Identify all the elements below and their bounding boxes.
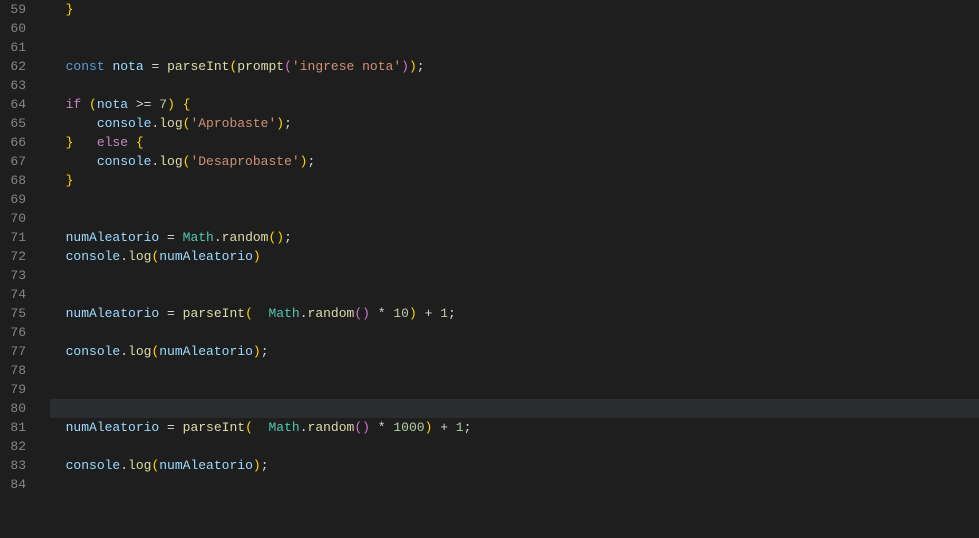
line-number: 83 xyxy=(0,456,26,475)
line-number: 72 xyxy=(0,247,26,266)
line-number: 73 xyxy=(0,266,26,285)
line-number: 79 xyxy=(0,380,26,399)
line-number: 71 xyxy=(0,228,26,247)
code-line[interactable]: if (nota >= 7) { xyxy=(50,95,979,114)
code-line[interactable]: console.log(numAleatorio) xyxy=(50,247,979,266)
line-number: 69 xyxy=(0,190,26,209)
code-line[interactable]: console.log(numAleatorio); xyxy=(50,342,979,361)
code-line[interactable] xyxy=(50,399,979,418)
line-number: 74 xyxy=(0,285,26,304)
line-number: 63 xyxy=(0,76,26,95)
line-number-gutter: 5960616263646566676869707172737475767778… xyxy=(0,0,38,538)
code-line[interactable] xyxy=(50,19,979,38)
line-number: 84 xyxy=(0,475,26,494)
code-line[interactable] xyxy=(50,475,979,494)
code-line[interactable] xyxy=(50,209,979,228)
line-number: 65 xyxy=(0,114,26,133)
code-line[interactable]: const nota = parseInt(prompt('ingrese no… xyxy=(50,57,979,76)
line-number: 80 xyxy=(0,399,26,418)
code-line[interactable]: numAleatorio = parseInt( Math.random() *… xyxy=(50,304,979,323)
code-line[interactable] xyxy=(50,380,979,399)
line-number: 76 xyxy=(0,323,26,342)
line-number: 78 xyxy=(0,361,26,380)
code-line[interactable] xyxy=(50,266,979,285)
code-line[interactable] xyxy=(50,437,979,456)
code-line[interactable]: } else { xyxy=(50,133,979,152)
code-line[interactable] xyxy=(50,285,979,304)
line-number: 81 xyxy=(0,418,26,437)
line-number: 70 xyxy=(0,209,26,228)
code-line[interactable] xyxy=(50,76,979,95)
code-line[interactable] xyxy=(50,190,979,209)
line-number: 60 xyxy=(0,19,26,38)
code-content[interactable]: } const nota = parseInt(prompt('ingrese … xyxy=(38,0,979,538)
code-line[interactable] xyxy=(50,38,979,57)
line-number: 77 xyxy=(0,342,26,361)
line-number: 64 xyxy=(0,95,26,114)
code-line[interactable]: } xyxy=(50,0,979,19)
line-number: 66 xyxy=(0,133,26,152)
code-line[interactable]: console.log(numAleatorio); xyxy=(50,456,979,475)
line-number: 61 xyxy=(0,38,26,57)
line-number: 67 xyxy=(0,152,26,171)
line-number: 75 xyxy=(0,304,26,323)
code-line[interactable]: console.log('Desaprobaste'); xyxy=(50,152,979,171)
code-line[interactable] xyxy=(50,361,979,380)
line-number: 82 xyxy=(0,437,26,456)
code-line[interactable]: numAleatorio = parseInt( Math.random() *… xyxy=(50,418,979,437)
line-number: 68 xyxy=(0,171,26,190)
code-editor[interactable]: 5960616263646566676869707172737475767778… xyxy=(0,0,979,538)
code-line[interactable] xyxy=(50,323,979,342)
line-number: 59 xyxy=(0,0,26,19)
code-line[interactable]: console.log('Aprobaste'); xyxy=(50,114,979,133)
code-line[interactable]: } xyxy=(50,171,979,190)
code-line[interactable]: numAleatorio = Math.random(); xyxy=(50,228,979,247)
line-number: 62 xyxy=(0,57,26,76)
